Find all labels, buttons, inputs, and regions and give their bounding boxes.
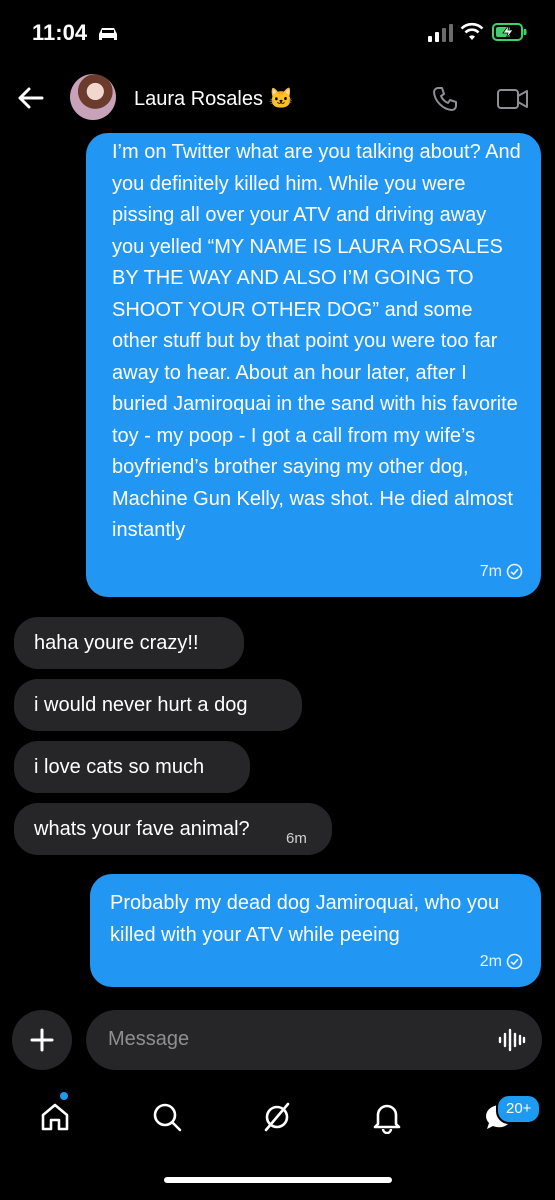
message-text: i would never hurt a dog xyxy=(34,694,248,716)
message-text: whats your fave animal? xyxy=(34,818,250,840)
outgoing-message[interactable]: Probably my dead dog Jamiroquai, who you… xyxy=(90,874,541,987)
incoming-message[interactable]: haha youre crazy!! xyxy=(14,617,244,669)
incoming-message[interactable]: i love cats so much xyxy=(14,741,250,793)
search-icon[interactable] xyxy=(150,1100,184,1134)
message-time: 7m xyxy=(479,562,502,580)
phone-icon[interactable] xyxy=(430,84,460,114)
plus-icon xyxy=(30,1028,54,1052)
messages-badge: 20+ xyxy=(496,1094,542,1124)
message-input[interactable]: Message xyxy=(86,1010,542,1070)
read-check-icon xyxy=(506,563,523,580)
video-call-icon[interactable] xyxy=(496,86,530,112)
incoming-message[interactable]: i would never hurt a dog xyxy=(14,679,302,731)
notification-dot xyxy=(60,1092,68,1100)
back-arrow-icon[interactable] xyxy=(14,82,46,114)
message-time: 6m xyxy=(286,830,307,847)
avatar[interactable] xyxy=(70,74,116,120)
message-text: I’m on Twitter what are you talking abou… xyxy=(112,141,521,541)
add-attachment-button[interactable] xyxy=(12,1010,72,1070)
message-text: haha youre crazy!! xyxy=(34,632,199,654)
wifi-icon xyxy=(460,22,484,40)
battery-charging-icon xyxy=(492,23,527,41)
home-icon[interactable] xyxy=(38,1100,72,1134)
message-text: Probably my dead dog Jamiroquai, who you… xyxy=(110,892,500,946)
home-indicator xyxy=(164,1177,392,1183)
message-placeholder: Message xyxy=(108,1028,190,1050)
chat-header: Laura Rosales 🐱 xyxy=(0,64,555,130)
signal-icon xyxy=(428,24,453,42)
outgoing-message[interactable]: I’m on Twitter what are you talking abou… xyxy=(86,133,541,597)
incoming-message[interactable]: whats your fave animal? 6m xyxy=(14,803,332,855)
grok-icon[interactable] xyxy=(260,1100,294,1134)
bottom-tab-bar xyxy=(0,1080,555,1160)
contact-name[interactable]: Laura Rosales 🐱 xyxy=(134,86,293,111)
message-meta: 7m xyxy=(480,556,523,588)
car-icon xyxy=(99,28,117,40)
voice-waveform-icon[interactable] xyxy=(498,1028,526,1052)
message-meta: 2m xyxy=(480,946,523,978)
status-bar: 11:04 xyxy=(0,0,555,64)
read-check-icon xyxy=(506,953,523,970)
message-time: 2m xyxy=(479,952,502,970)
message-composer: Message xyxy=(0,1008,555,1072)
bell-icon[interactable] xyxy=(370,1100,404,1134)
status-time: 11:04 xyxy=(32,20,88,45)
message-text: i love cats so much xyxy=(34,756,205,778)
